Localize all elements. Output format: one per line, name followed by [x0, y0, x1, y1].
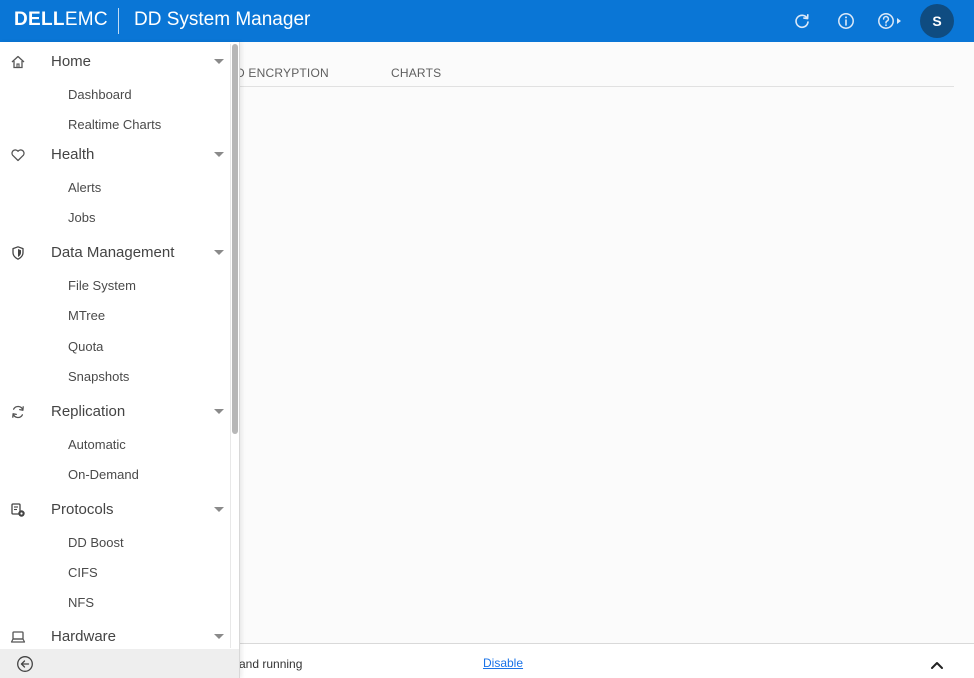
- tab-encryption[interactable]: D ENCRYPTION: [236, 66, 329, 80]
- sync-icon: [9, 403, 27, 421]
- sidebar-section-health[interactable]: Health: [0, 139, 230, 169]
- app-header: DELLEMC DD System Manager S: [0, 0, 974, 42]
- sidebar-item-automatic[interactable]: Automatic: [68, 437, 126, 452]
- sidebar-section-hardware[interactable]: Hardware: [0, 621, 230, 651]
- sidebar-section-home[interactable]: Home: [0, 46, 230, 76]
- help-icon[interactable]: [877, 10, 911, 32]
- sidebar-footer: [0, 649, 239, 678]
- chevron-up-icon[interactable]: [927, 657, 947, 673]
- caret-down-icon: [214, 152, 224, 157]
- sidebar-item-dashboard[interactable]: Dashboard: [68, 87, 132, 102]
- sidebar-section-label: Home: [51, 53, 92, 70]
- user-avatar[interactable]: S: [920, 4, 954, 38]
- sidebar-item-realtime-charts[interactable]: Realtime Charts: [68, 117, 161, 132]
- protocols-icon: [9, 501, 27, 519]
- sidebar-item-file-system[interactable]: File System: [68, 278, 136, 293]
- app-title: DD System Manager: [134, 9, 311, 30]
- sidebar-item-jobs[interactable]: Jobs: [68, 210, 95, 225]
- sidebar-section-replication[interactable]: Replication: [0, 396, 230, 426]
- sidebar-item-mtree[interactable]: MTree: [68, 308, 105, 323]
- sidebar-scrollbar[interactable]: [230, 44, 238, 648]
- caret-down-icon: [214, 634, 224, 639]
- sidebar-item-snapshots[interactable]: Snapshots: [68, 369, 129, 384]
- caret-down-icon: [214, 507, 224, 512]
- shield-icon: [9, 244, 27, 262]
- sidebar-section-protocols[interactable]: Protocols: [0, 494, 230, 524]
- sidebar-item-alerts[interactable]: Alerts: [68, 180, 101, 195]
- brand-divider: [118, 8, 119, 34]
- hardware-icon: [9, 628, 27, 646]
- home-icon: [9, 53, 27, 71]
- caret-down-icon: [214, 250, 224, 255]
- heart-icon: [9, 146, 27, 164]
- caret-down-icon: [214, 59, 224, 64]
- sidebar-item-on-demand[interactable]: On-Demand: [68, 467, 139, 482]
- sidebar-item-quota[interactable]: Quota: [68, 339, 103, 354]
- sidebar-section-label: Replication: [51, 403, 126, 420]
- sidebar-section-label: Protocols: [51, 501, 114, 518]
- sidebar-section-label: Health: [51, 146, 95, 163]
- tab-charts[interactable]: CHARTS: [391, 66, 441, 80]
- refresh-icon[interactable]: [791, 10, 813, 32]
- caret-down-icon: [214, 409, 224, 414]
- scrollbar-thumb[interactable]: [232, 44, 238, 434]
- sidebar-nav: Home Dashboard Realtime Charts Health Al…: [0, 42, 240, 678]
- sidebar-item-dd-boost[interactable]: DD Boost: [68, 535, 124, 550]
- dell-emc-logo: DELLEMC: [14, 9, 108, 31]
- tab-bar: D ENCRYPTION CHARTS: [236, 66, 954, 87]
- sidebar-item-nfs[interactable]: NFS: [68, 595, 94, 610]
- sidebar-item-cifs[interactable]: CIFS: [68, 565, 98, 580]
- arrow-left-circle-icon[interactable]: [15, 654, 35, 674]
- sidebar-section-label: Data Management: [51, 244, 175, 261]
- nav-list: Home Dashboard Realtime Charts Health Al…: [0, 42, 230, 648]
- info-icon[interactable]: [835, 10, 857, 32]
- sidebar-section-data-management[interactable]: Data Management: [0, 237, 230, 267]
- brand-dell: DELL: [14, 9, 65, 30]
- disable-link[interactable]: Disable: [483, 656, 523, 670]
- brand-emc: EMC: [64, 9, 108, 30]
- sidebar-section-label: Hardware: [51, 628, 117, 645]
- status-text: and running: [239, 657, 303, 671]
